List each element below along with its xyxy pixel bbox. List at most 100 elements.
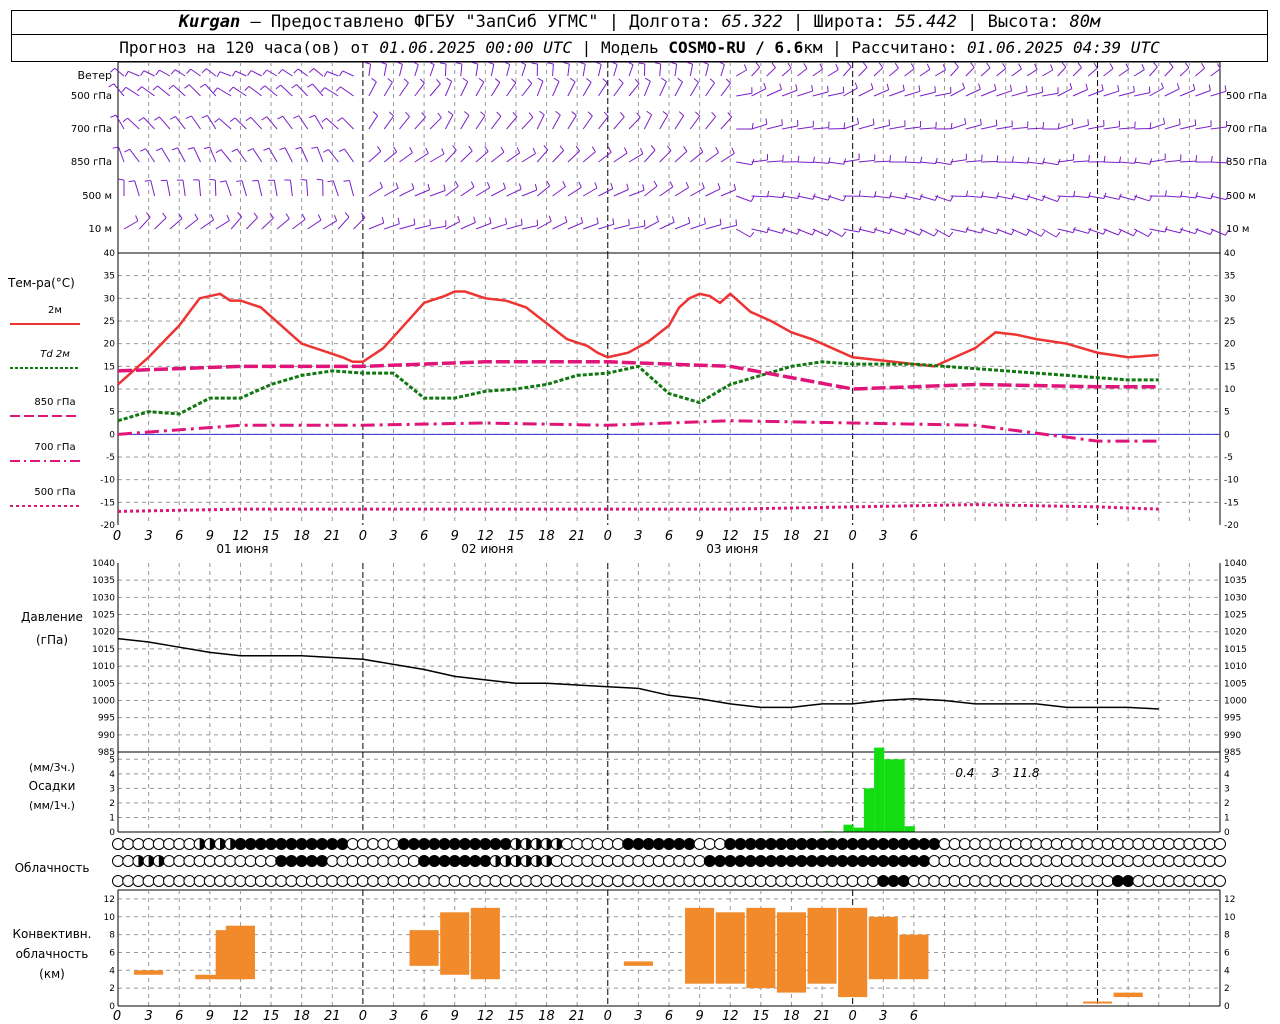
wind-barb xyxy=(705,116,717,130)
cloud-symbol xyxy=(244,838,257,850)
wind-barb xyxy=(751,228,768,234)
wind-barb-flag xyxy=(463,111,470,116)
wind-barb xyxy=(332,180,339,197)
wind-barb xyxy=(567,81,576,97)
cloud-symbol xyxy=(1173,855,1186,867)
wind-barb-flag xyxy=(532,147,536,154)
conv-x-tick: 6 xyxy=(420,1009,428,1024)
wind-barb xyxy=(1103,195,1120,200)
wind-barb-flag xyxy=(1055,231,1061,238)
wind-barb-flag xyxy=(447,110,454,116)
wind-barb xyxy=(1134,161,1151,165)
wind-barb-flag xyxy=(954,62,959,68)
wind-barb xyxy=(445,221,460,230)
cloud-symbol xyxy=(1162,855,1175,867)
wind-barb-flag xyxy=(446,77,452,82)
wind-barb xyxy=(797,228,813,236)
wind-barb-flag xyxy=(733,183,737,190)
cloud-symbol xyxy=(560,838,573,850)
conv-x-tick: 15 xyxy=(263,1009,280,1024)
cloud-symbol xyxy=(275,838,288,850)
wind-barb xyxy=(889,228,905,235)
wind-barb xyxy=(368,64,372,77)
cloud-symbol xyxy=(724,838,737,850)
conv-y-tick-right: 4 xyxy=(1224,966,1230,976)
wind-barb-flag xyxy=(247,70,252,76)
wind-barb-flag xyxy=(1133,194,1138,201)
wind-barb xyxy=(475,187,490,197)
wind-barb xyxy=(521,225,538,230)
wind-barb-flag xyxy=(411,183,415,190)
wind-barb xyxy=(159,69,171,77)
conv-x-tick: 18 xyxy=(538,1009,555,1024)
wind-barb xyxy=(736,161,753,166)
wind-barb xyxy=(904,68,915,77)
cloud-symbol xyxy=(499,875,512,887)
cloud-symbol xyxy=(1173,838,1186,850)
wind-barb-flag xyxy=(247,148,254,152)
wind-barb-flag xyxy=(623,147,628,154)
wind-barb-flag xyxy=(683,146,688,152)
wind-barb-flag xyxy=(137,86,143,92)
pressure-y-tick-right: 995 xyxy=(1224,714,1241,724)
wind-barb xyxy=(598,151,612,163)
wind-barb xyxy=(113,83,125,97)
wind-barb xyxy=(475,115,486,130)
wind-barb-flag xyxy=(338,148,345,153)
wind-barb xyxy=(268,147,278,163)
wind-barb xyxy=(1057,228,1074,234)
wind-barb xyxy=(873,160,890,163)
wind-barb xyxy=(980,228,997,235)
wind-barb xyxy=(1026,195,1043,202)
wind-barb xyxy=(314,115,324,130)
wind-barb xyxy=(567,115,577,130)
cloud-symbol xyxy=(999,855,1012,867)
precip-unit-3h: (мм/3ч.) xyxy=(29,761,75,774)
cloud-symbol xyxy=(1122,875,1135,887)
wind-barb xyxy=(843,123,859,130)
conv-y-tick-right: 10 xyxy=(1224,913,1236,923)
cloud-symbol xyxy=(469,838,482,850)
wind-barb xyxy=(506,82,517,97)
wind-barb xyxy=(252,148,263,163)
wind-barb-flag xyxy=(228,86,234,92)
cloud-symbol xyxy=(744,855,757,867)
precip-bar xyxy=(874,747,885,832)
wind-barb-flag xyxy=(364,61,371,65)
temp-x-tick: 21 xyxy=(814,529,831,544)
cloud-symbol xyxy=(571,855,584,867)
wind-barb-flag xyxy=(1071,118,1074,125)
cloud-symbol xyxy=(1101,855,1114,867)
wind-barb xyxy=(235,70,247,77)
wind-barb xyxy=(154,217,167,230)
wind-barb-flag xyxy=(531,62,538,65)
wind-barb-flag xyxy=(154,116,160,121)
cloud-symbol xyxy=(754,855,767,867)
wind-barb xyxy=(1011,195,1028,201)
cloud-symbol xyxy=(346,855,359,867)
wind-barb-flag xyxy=(110,114,117,118)
wind-barb xyxy=(567,150,580,163)
cloud-symbol xyxy=(877,838,890,850)
cloud-symbol xyxy=(958,875,971,887)
wind-barb xyxy=(266,69,278,77)
wind-barb-flag xyxy=(1194,119,1197,126)
temp-y-tick-right: 40 xyxy=(1224,249,1236,259)
wind-barb xyxy=(858,228,875,234)
wind-barb-flag xyxy=(889,192,892,199)
wind-barb-flag xyxy=(644,77,651,82)
wind-barb xyxy=(1118,161,1135,164)
cloud-symbol xyxy=(795,855,808,867)
wind-barb-flag xyxy=(229,117,236,122)
cloud-symbol xyxy=(611,855,624,867)
wind-barb-flag xyxy=(1093,62,1098,69)
wind-barb xyxy=(552,221,568,230)
wind-barb-flag xyxy=(1185,62,1190,69)
wind-barb-flag xyxy=(948,231,954,238)
wind-barb xyxy=(766,89,782,97)
wind-barb xyxy=(399,116,410,130)
cloud-symbol xyxy=(1152,838,1165,850)
wind-barb-flag xyxy=(468,145,473,152)
wind-barb-flag xyxy=(244,86,250,91)
wind-barb-flag xyxy=(395,182,399,189)
